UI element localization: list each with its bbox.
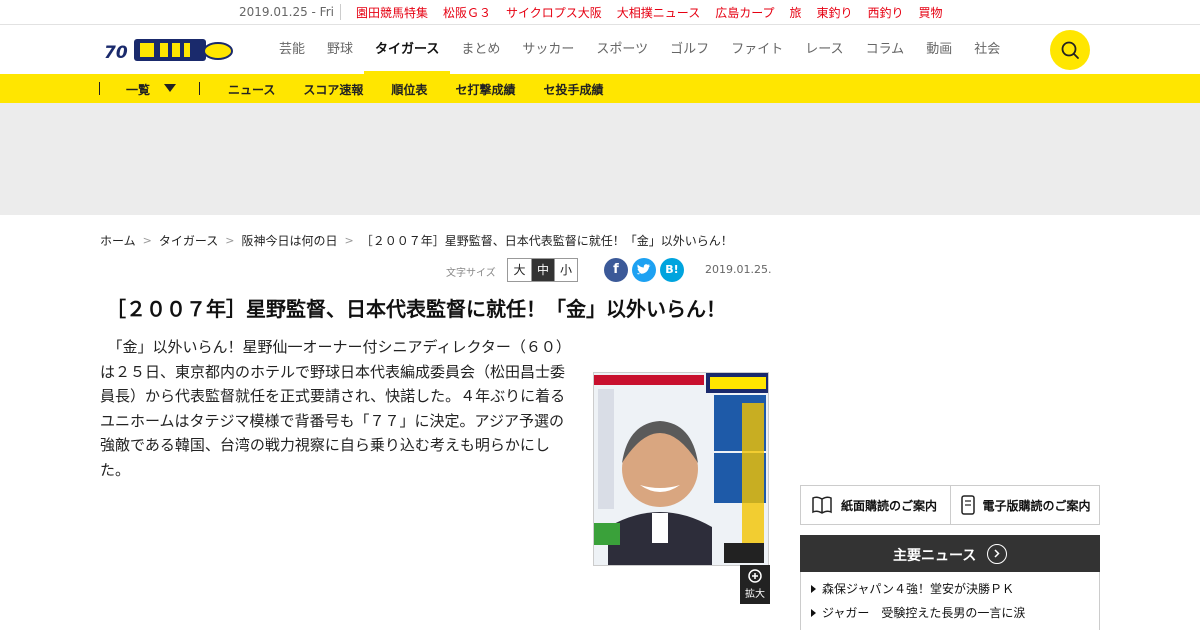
article-title: ［２００７年］星野監督、日本代表監督に就任！「金」以外いらん！ <box>106 297 726 321</box>
dropdown-triangle-icon[interactable] <box>164 84 176 92</box>
nav-yakyu[interactable]: 野球 <box>316 25 364 74</box>
twitter-share-icon[interactable] <box>632 258 656 282</box>
publish-date: 2019.01.25. <box>705 263 772 276</box>
font-size-label: 文字サイズ <box>446 268 496 279</box>
chevron-right-icon: > <box>225 234 235 247</box>
font-size-switcher: 大 中 小 <box>507 258 578 282</box>
global-header: 70 芸能 野球 タイガース まとめ サッカー スポーツ ゴルフ ファイト レー… <box>0 25 1200 74</box>
nav-fight[interactable]: ファイト <box>720 25 794 74</box>
subnav-links: ニュース スコア速報 順位表 セ打撃成績 セ投手成績 <box>228 81 603 98</box>
font-size-large-button[interactable]: 大 <box>508 259 531 281</box>
nav-golf[interactable]: ゴルフ <box>659 25 720 74</box>
top-link-cyclops[interactable]: サイクロプス大阪 <box>506 4 602 21</box>
search-button[interactable] <box>1050 30 1090 70</box>
top-link-travel[interactable]: 旅 <box>789 4 801 21</box>
subnav-score[interactable]: スコア速報 <box>303 81 363 98</box>
subnav-divider <box>199 82 200 95</box>
twitter-bird-icon <box>637 264 651 275</box>
newspaper-front-page-image[interactable] <box>593 372 769 566</box>
top-link-sonoda[interactable]: 園田競馬特集 <box>356 4 428 21</box>
main-news-list: 森保ジャパン４強！堂安が決勝ＰＫ ジャガー 受験控えた長男の一言に涙 <box>800 572 1100 630</box>
news-item-title: 森保ジャパン４強！堂安が決勝ＰＫ <box>822 582 1015 596</box>
subnav-batting[interactable]: セ打撃成績 <box>455 81 515 98</box>
facebook-share-icon[interactable]: f <box>604 258 628 282</box>
hatena-bookmark-icon[interactable]: B! <box>660 258 684 282</box>
breadcrumb-tigers[interactable]: タイガース <box>159 232 218 249</box>
top-link-west-fishing[interactable]: 西釣り <box>868 4 904 21</box>
subnav-pitching[interactable]: セ投手成績 <box>543 81 603 98</box>
nav-soccer[interactable]: サッカー <box>511 25 585 74</box>
font-size-small-button[interactable]: 小 <box>554 259 577 281</box>
book-icon <box>812 496 832 514</box>
svg-text:70: 70 <box>104 43 128 63</box>
top-divider <box>340 4 341 20</box>
digital-subscription-label: 電子版購読のご案内 <box>982 498 1091 513</box>
breadcrumb-home[interactable]: ホーム <box>100 232 136 249</box>
nav-tigers[interactable]: タイガース <box>364 25 451 74</box>
subnav-standings[interactable]: 順位表 <box>391 81 427 98</box>
breadcrumb: ホーム > タイガース > 阪神今日は何の日 > ［２００７年］星野監督、日本代… <box>100 232 733 249</box>
news-item[interactable]: ジャガー 受験控えた長男の一言に涙 <box>811 604 1025 621</box>
print-subscription-link[interactable]: 紙面購読のご案内 <box>801 486 950 524</box>
main-news-header[interactable]: 主要ニュース <box>800 535 1100 572</box>
top-link-sumo[interactable]: 大相撲ニュース <box>617 4 700 21</box>
triangle-right-icon <box>811 585 816 593</box>
top-bar: 2019.01.25 - Fri 園田競馬特集 松阪Ｇ３ サイクロプス大阪 大相… <box>0 0 1200 25</box>
sub-nav: 一覧 ニュース スコア速報 順位表 セ打撃成績 セ投手成績 <box>0 74 1200 103</box>
zoom-button[interactable]: 拡大 <box>740 565 770 604</box>
main-news-heading: 主要ニュース <box>893 548 977 564</box>
top-link-east-fishing[interactable]: 東釣り <box>817 4 853 21</box>
newspaper-illustration <box>594 373 768 565</box>
breadcrumb-current: ［２００７年］星野監督、日本代表監督に就任！「金」以外いらん！ <box>360 234 733 248</box>
breadcrumb-today[interactable]: 阪神今日は何の日 <box>241 232 337 249</box>
news-item-title: ジャガー 受験控えた長男の一言に涙 <box>822 606 1026 620</box>
subnav-divider <box>99 82 100 95</box>
top-link-matsusaka[interactable]: 松阪Ｇ３ <box>443 4 491 21</box>
top-link-carp[interactable]: 広島カープ <box>715 4 774 21</box>
subnav-news[interactable]: ニュース <box>228 81 275 98</box>
digital-subscription-link[interactable]: 電子版購読のご案内 <box>949 486 1100 524</box>
nav-video[interactable]: 動画 <box>915 25 963 74</box>
zoom-label: 拡大 <box>745 589 765 600</box>
nav-sports[interactable]: スポーツ <box>585 25 659 74</box>
zoom-in-icon <box>748 569 762 583</box>
print-subscription-label: 紙面購読のご案内 <box>841 498 938 513</box>
subscription-box: 紙面購読のご案内 電子版購読のご案内 <box>800 485 1100 525</box>
nav-race[interactable]: レース <box>794 25 854 74</box>
top-date: 2019.01.25 - Fri <box>239 5 334 19</box>
nav-column[interactable]: コラム <box>855 25 916 74</box>
top-links: 園田競馬特集 松阪Ｇ３ サイクロプス大阪 大相撲ニュース 広島カープ 旅 東釣り… <box>356 4 943 21</box>
article-body: 「金」以外いらん！星野仙一オーナー付シニアディレクター（６０）は２５日、東京都内… <box>100 338 566 479</box>
global-nav: 芸能 野球 タイガース まとめ サッカー スポーツ ゴルフ ファイト レース コ… <box>268 25 1011 74</box>
triangle-right-icon <box>811 609 816 617</box>
search-icon <box>1061 41 1079 59</box>
ad-banner-area <box>0 103 1200 215</box>
chevron-right-icon: > <box>142 234 152 247</box>
arrow-right-circle-icon <box>987 544 1007 564</box>
smartphone-icon <box>960 495 975 515</box>
chevron-right-icon: > <box>344 234 354 247</box>
font-size-medium-button[interactable]: 中 <box>531 259 554 281</box>
nav-society[interactable]: 社会 <box>963 25 1011 74</box>
subnav-ichiran[interactable]: 一覧 <box>126 81 150 98</box>
nav-geinou[interactable]: 芸能 <box>268 25 316 74</box>
top-link-shopping[interactable]: 買物 <box>919 4 943 21</box>
daily-logo[interactable]: 70 <box>104 37 234 63</box>
nav-matome[interactable]: まとめ <box>450 25 511 74</box>
news-item[interactable]: 森保ジャパン４強！堂安が決勝ＰＫ <box>811 580 1014 597</box>
